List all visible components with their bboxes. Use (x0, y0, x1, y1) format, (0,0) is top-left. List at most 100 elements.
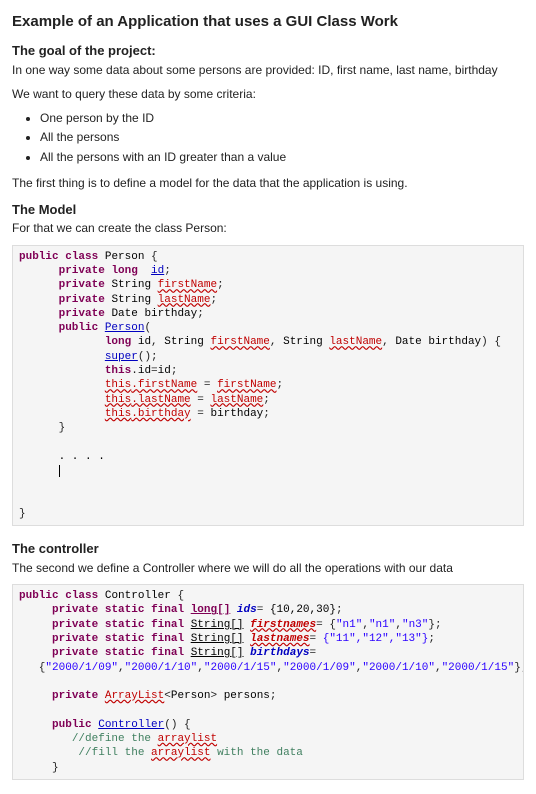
criteria-list: One person by the ID All the persons All… (12, 110, 524, 165)
constructor: Controller (98, 719, 164, 731)
field-persons: persons (224, 690, 270, 702)
keyword: static (105, 647, 145, 659)
type: long[] (191, 604, 231, 616)
array-literal: {10,20,30} (270, 604, 336, 616)
type: Person (105, 251, 145, 263)
keyword: this (105, 408, 131, 420)
keyword: private (52, 690, 98, 702)
keyword: private (59, 294, 105, 306)
param: lastName (329, 336, 382, 348)
keyword: private (52, 647, 98, 659)
keyword: private (59, 308, 105, 320)
type: Date (395, 336, 421, 348)
list-item: All the persons with an ID greater than … (40, 149, 524, 165)
keyword: final (151, 619, 184, 631)
type: String[] (191, 647, 244, 659)
field-birthday: birthday (144, 308, 197, 320)
keyword: this (105, 365, 131, 377)
keyword: private (52, 619, 98, 631)
list-item: One person by the ID (40, 110, 524, 126)
keyword: public (52, 719, 92, 731)
keyword: final (151, 633, 184, 645)
comment: arraylist (151, 747, 210, 759)
str: "n3" (402, 619, 428, 631)
goal-heading: The goal of the project: (12, 42, 524, 60)
keyword: private (59, 265, 105, 277)
field-firstnames: firstnames (250, 619, 316, 631)
param: firstName (210, 336, 269, 348)
keyword: static (105, 604, 145, 616)
field-lastnames: lastnames (250, 633, 309, 645)
first-thing-text: The first thing is to define a model for… (12, 175, 524, 191)
str: "2000/1/15" (442, 662, 515, 674)
keyword: public (19, 251, 59, 263)
type: String (164, 336, 204, 348)
ref: id (138, 365, 151, 377)
code-block-controller: public class Controller { private static… (12, 584, 524, 780)
type: String[] (191, 633, 244, 645)
str: "2000/1/09" (283, 662, 356, 674)
ref: birthday (210, 408, 263, 420)
comment: with the data (210, 747, 302, 759)
comment: //fill the (78, 747, 151, 759)
field-lastname: lastName (158, 294, 211, 306)
keyword: long (105, 336, 131, 348)
str: "2000/1/09" (45, 662, 118, 674)
keyword: class (65, 251, 98, 263)
list-item: All the persons (40, 129, 524, 145)
field-firstname: firstName (158, 279, 217, 291)
goal-text: In one way some data about some persons … (12, 62, 524, 78)
keyword: this (105, 379, 131, 391)
keyword: long (111, 265, 137, 277)
ref: lastName (138, 394, 191, 406)
comment: arraylist (158, 733, 217, 745)
keyword: final (151, 604, 184, 616)
type: ArrayList (105, 690, 164, 702)
field-id: id (151, 265, 164, 277)
type: String (283, 336, 323, 348)
keyword: public (59, 322, 99, 334)
field-ids: ids (237, 604, 257, 616)
param: birthday (428, 336, 481, 348)
str: "n1" (336, 619, 362, 631)
str: "2000/1/10" (362, 662, 435, 674)
ref: birthday (138, 408, 191, 420)
code-block-person: public class Person { private long id; p… (12, 245, 524, 527)
keyword: static (105, 619, 145, 631)
keyword: private (52, 604, 98, 616)
controller-heading: The controller (12, 540, 524, 558)
param: id (138, 336, 151, 348)
type: String (111, 279, 151, 291)
constructor: Person (105, 322, 145, 334)
field-birthdays: birthdays (250, 647, 309, 659)
keyword: private (59, 279, 105, 291)
ref: firstName (138, 379, 197, 391)
comment: //define the (72, 733, 158, 745)
page-title: Example of an Application that uses a GU… (12, 12, 524, 32)
keyword: this (105, 394, 131, 406)
str: "2000/1/10" (125, 662, 198, 674)
type: String[] (191, 619, 244, 631)
call-super: super (105, 351, 138, 363)
type: Person (171, 690, 211, 702)
keyword: static (105, 633, 145, 645)
type: Date (111, 308, 137, 320)
keyword: private (52, 633, 98, 645)
keyword: class (65, 590, 98, 602)
text-cursor (59, 465, 67, 477)
controller-text: The second we define a Controller where … (12, 560, 524, 576)
array-literal: {"11","12","13"} (323, 633, 429, 645)
ref: firstName (217, 379, 276, 391)
type: Controller (105, 590, 171, 602)
keyword: public (19, 590, 59, 602)
keyword: final (151, 647, 184, 659)
model-text: For that we can create the class Person: (12, 220, 524, 236)
str: "n1" (369, 619, 395, 631)
model-heading: The Model (12, 201, 524, 219)
ref: id (158, 365, 171, 377)
criteria-intro: We want to query these data by some crit… (12, 86, 524, 102)
ellipsis: . . . . (59, 451, 105, 463)
type: String (111, 294, 151, 306)
str: "2000/1/15" (204, 662, 277, 674)
ref: lastName (210, 394, 263, 406)
